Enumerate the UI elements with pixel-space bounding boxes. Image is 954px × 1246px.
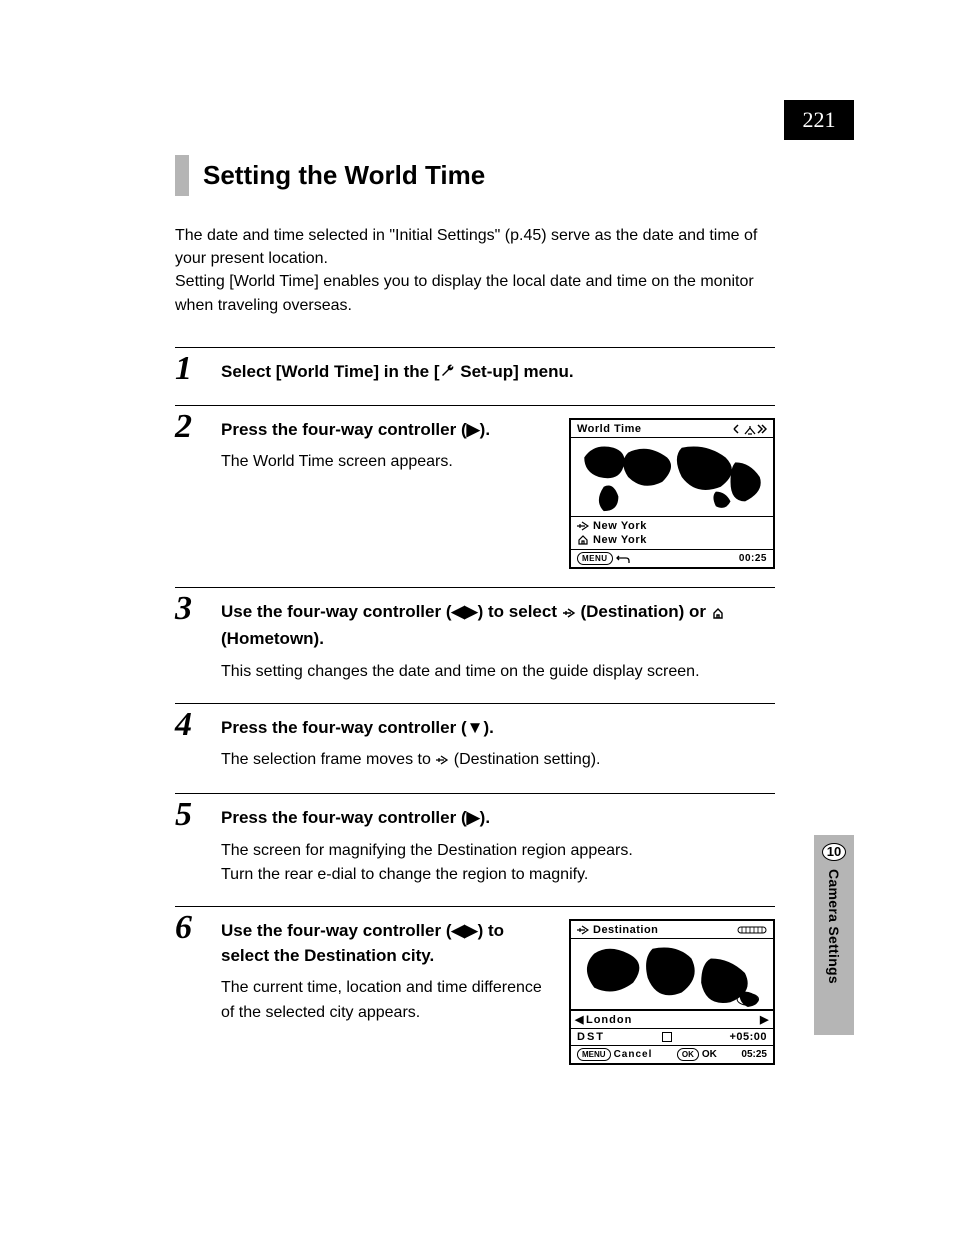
hometown-row: New York <box>577 533 767 547</box>
lcd-time: 00:25 <box>739 553 767 564</box>
plane-icon <box>562 602 576 627</box>
step-body: The screen for magnifying the Destinatio… <box>221 839 775 889</box>
text: Use the four-way controller (◀▶) to sele… <box>221 602 562 621</box>
step-heading: Press the four-way controller (▶). <box>221 806 775 831</box>
dst-checkbox <box>662 1032 672 1042</box>
lcd-title-row: Destination <box>571 921 773 938</box>
step-heading: Press the four-way controller (▶). <box>221 418 549 443</box>
lcd-title: World Time <box>577 423 642 435</box>
step-body: The current time, location and time diff… <box>221 976 549 1026</box>
step-3: 3 Use the four-way controller (◀▶) to se… <box>175 587 775 684</box>
plane-icon <box>435 750 449 775</box>
left-arrow-icon: ◀ <box>575 1013 584 1026</box>
step-number: 6 <box>175 911 192 945</box>
lcd-time: 05:25 <box>741 1049 767 1060</box>
dst-row: DST +05:00 <box>571 1028 773 1045</box>
text: (Hometown). <box>221 629 324 648</box>
text: The selection frame moves to <box>221 751 435 768</box>
page-number: 221 <box>784 100 854 140</box>
lcd-footer: MENU 00:25 <box>571 549 773 567</box>
step-heading: Select [World Time] in the [ Set-up] men… <box>221 360 775 387</box>
wrench-icon <box>440 362 456 387</box>
step-body: The selection frame moves to (Destinatio… <box>221 748 775 775</box>
step-heading: Use the four-way controller (◀▶) to sele… <box>221 600 775 651</box>
dst-label: DST <box>577 1031 605 1043</box>
return-icon <box>616 554 630 564</box>
world-map <box>571 437 773 517</box>
step-heading: Press the four-way controller (▼). <box>221 716 775 741</box>
lcd-title-row: World Time <box>571 420 773 437</box>
step-number: 3 <box>175 592 192 626</box>
text: Select [World Time] in the [ <box>221 362 440 381</box>
home-icon <box>711 602 725 627</box>
city-selector-row: ◀ London ▶ <box>571 1010 773 1028</box>
section-header: Setting the World Time <box>175 155 775 196</box>
menu-pill: MENU <box>577 1048 611 1061</box>
text: Set-up] menu. <box>456 362 574 381</box>
menu-pill: MENU <box>577 552 613 565</box>
step-number: 2 <box>175 410 192 444</box>
hometown-city: New York <box>593 533 647 547</box>
selected-city: London <box>586 1014 632 1026</box>
text: (Destination) or <box>576 602 711 621</box>
lcd-cities: New York New York <box>571 517 773 550</box>
chapter-number: 10 <box>822 843 846 861</box>
step-1: 1 Select [World Time] in the [ Set-up] m… <box>175 347 775 387</box>
lcd-destination: Destination ◀ London ▶ <box>569 919 775 1065</box>
home-icon <box>577 535 589 545</box>
step-body: This setting changes the date and time o… <box>221 660 775 685</box>
lcd-title: Destination <box>593 924 658 936</box>
main-content: Setting the World Time The date and time… <box>175 155 775 1083</box>
dial-icon <box>737 924 767 936</box>
step-2: 2 Press the four-way controller (▶). The… <box>175 405 775 570</box>
step-number: 4 <box>175 708 192 742</box>
cancel-label: Cancel <box>614 1049 653 1060</box>
section-bar <box>175 155 189 196</box>
step-6: 6 Use the four-way controller (◀▶) to se… <box>175 906 775 1065</box>
step-heading: Use the four-way controller (◀▶) to sele… <box>221 919 549 968</box>
right-arrow-icon: ▶ <box>760 1013 769 1026</box>
destination-city: New York <box>593 519 647 533</box>
section-title: Setting the World Time <box>203 155 485 196</box>
region-map <box>571 938 773 1010</box>
side-tab: 10 Camera Settings <box>814 835 854 1035</box>
step-5: 5 Press the four-way controller (▶). The… <box>175 793 775 888</box>
lcd-world-time: World Time <box>569 418 775 570</box>
intro-paragraph: The date and time selected in "Initial S… <box>175 224 775 317</box>
time-offset: +05:00 <box>729 1031 767 1043</box>
destination-row: New York <box>577 519 767 533</box>
plane-icon <box>577 925 589 935</box>
step-number: 1 <box>175 352 192 386</box>
ok-label: OK <box>702 1049 717 1060</box>
lcd-title-icons <box>733 423 767 435</box>
step-4: 4 Press the four-way controller (▼). The… <box>175 703 775 775</box>
text: (Destination setting). <box>449 751 600 768</box>
chapter-label: Camera Settings <box>826 869 842 984</box>
ok-pill: OK <box>677 1048 699 1061</box>
step-number: 5 <box>175 798 192 832</box>
plane-icon <box>577 521 589 531</box>
step-body: The World Time screen appears. <box>221 450 549 475</box>
lcd-footer: MENU Cancel OK OK 05:25 <box>571 1045 773 1063</box>
